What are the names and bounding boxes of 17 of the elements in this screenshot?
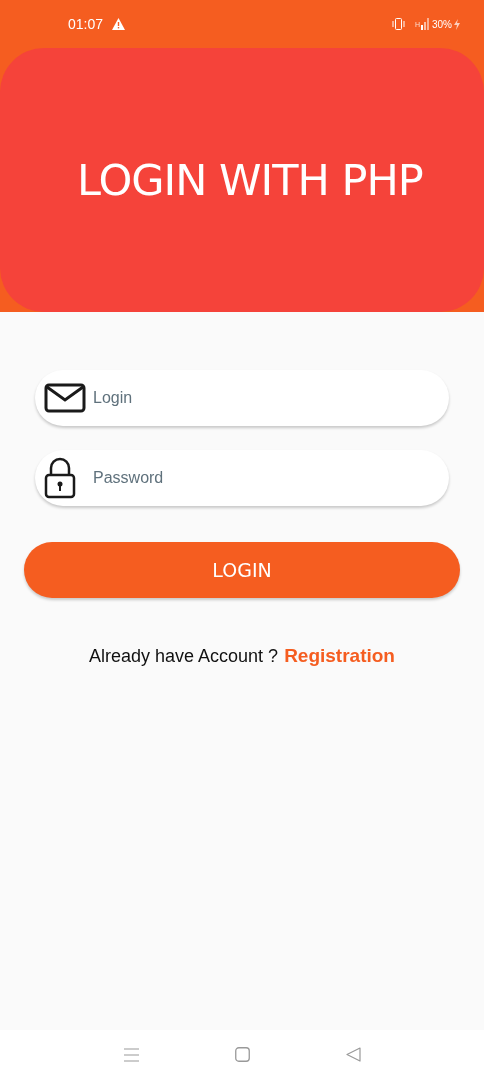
registration-link[interactable]: Registration <box>284 642 395 671</box>
header-title: LOGIN WITH PHP <box>77 153 423 207</box>
back-icon[interactable] <box>345 1047 361 1062</box>
menu-icon[interactable] <box>123 1047 139 1062</box>
login-button[interactable]: LOGIN <box>24 542 460 598</box>
password-field[interactable]: Password <box>35 450 449 506</box>
status-time: 01:07 <box>68 14 104 34</box>
login-field[interactable]: Login <box>35 370 449 426</box>
account-prompt: Already have Account ? <box>89 645 279 668</box>
battery-level: 30% <box>432 17 452 32</box>
mail-icon <box>44 383 86 413</box>
home-icon[interactable] <box>234 1047 250 1062</box>
signal-icon <box>421 18 429 30</box>
vibrate-icon <box>391 18 405 30</box>
lock-icon <box>44 457 76 499</box>
charging-icon <box>454 18 460 30</box>
warning-icon <box>112 18 126 30</box>
